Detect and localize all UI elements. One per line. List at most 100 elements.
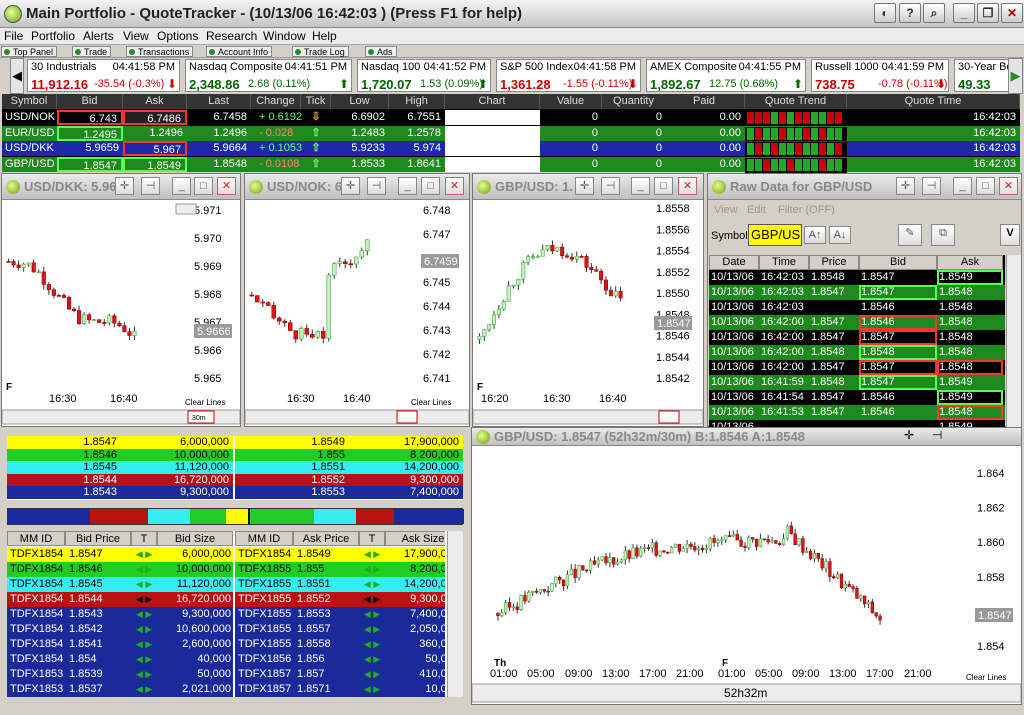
row-chart-cell[interactable] bbox=[445, 141, 540, 156]
copy-icon[interactable]: ⧉ bbox=[931, 224, 955, 246]
raw-header-bid[interactable]: Bid bbox=[859, 255, 937, 270]
restore-button[interactable]: ❐ bbox=[977, 3, 999, 23]
menu-portfolio[interactable]: Portfolio bbox=[31, 29, 75, 43]
mm-header[interactable]: Ask Price bbox=[293, 531, 359, 546]
transactions-button[interactable]: Transactions bbox=[126, 46, 194, 57]
raw-header-date[interactable]: Date bbox=[709, 255, 759, 270]
maximize-button[interactable]: □ bbox=[976, 177, 995, 195]
raw-menu-edit[interactable]: Edit bbox=[747, 204, 766, 216]
mm-row[interactable]: TDFX1853 1.8537 ◀ ▶ 2,021,000 bbox=[7, 682, 233, 697]
mm-row[interactable]: TDFX1854 1.8543 ◀ ▶ 9,300,000 bbox=[7, 607, 233, 622]
minimize-button[interactable]: _ bbox=[398, 177, 417, 195]
quote-symbol[interactable]: EUR/USD bbox=[2, 126, 57, 141]
ticker-1[interactable]: Nasdaq Composite 04:41:51 PM 2,348.86 2.68 … bbox=[185, 59, 352, 92]
maximize-button[interactable]: □ bbox=[194, 177, 213, 195]
mm-header[interactable]: MM ID bbox=[7, 531, 65, 546]
ticker-left-arrow[interactable]: ◀ bbox=[10, 58, 24, 94]
crosshair-icon[interactable]: ✛ bbox=[896, 177, 915, 195]
mm-row[interactable]: TDFX1855 1.8553 ◀ ▶ 7,400,000 bbox=[235, 607, 445, 622]
raw-header-price[interactable]: Price bbox=[809, 255, 859, 270]
quote-symbol[interactable]: USD/DKK bbox=[2, 141, 57, 156]
raw-data-scrollbar[interactable] bbox=[1006, 255, 1021, 427]
crosshair-icon[interactable]: ✛ bbox=[341, 177, 360, 195]
header-high[interactable]: High bbox=[389, 94, 445, 109]
mm-row[interactable]: TDFX1854 1.8549 ◀ ▶ 17,900,000 bbox=[235, 547, 445, 562]
raw-row[interactable]: 10/13/06 1.8549 bbox=[709, 420, 1005, 427]
header-quantity[interactable]: Quantity bbox=[602, 94, 666, 109]
pin-icon[interactable]: ⊣ bbox=[932, 428, 942, 442]
raw-row[interactable]: 10/13/06 16:41:54 1.8547 1.8546 1.8549 bbox=[709, 390, 1005, 405]
maximize-button[interactable]: □ bbox=[654, 177, 673, 195]
row-chart-cell[interactable] bbox=[445, 110, 540, 125]
mm-row[interactable]: TDFX1857 1.857 ◀ ▶ 410,000 bbox=[235, 667, 445, 682]
menu-view[interactable]: View bbox=[123, 29, 149, 43]
trade-button[interactable]: Trade bbox=[72, 46, 112, 57]
close-icon[interactable]: ✕ bbox=[999, 177, 1018, 195]
mm-header[interactable]: MM ID bbox=[235, 531, 293, 546]
quote-symbol[interactable]: GBP/USD bbox=[2, 157, 57, 172]
pin-icon[interactable]: ⊣ bbox=[601, 177, 620, 195]
mm-header[interactable]: T bbox=[359, 531, 385, 546]
header-last[interactable]: Last bbox=[187, 94, 251, 109]
sort-ascending-button[interactable]: A↑ bbox=[804, 226, 826, 244]
chart4-titlebar[interactable]: GBP/USD: 1.8547 (52h32m/30m) B:1.8546 A:… bbox=[472, 428, 1021, 446]
mm-row[interactable]: TDFX1855 1.8557 ◀ ▶ 2,050,000 bbox=[235, 622, 445, 637]
ticker-right-arrow[interactable]: ▶ bbox=[1008, 58, 1023, 94]
minimize-button[interactable]: _ bbox=[953, 177, 972, 195]
chart2-titlebar[interactable]: USD/NOK: 6. ✛ ⊣ _ □ ✕ bbox=[245, 174, 469, 200]
close-icon[interactable]: ✕ bbox=[445, 177, 464, 195]
mm-row[interactable]: TDFX1854 1.8545 ◀ ▶ 11,120,000 bbox=[7, 577, 233, 592]
maximize-button[interactable]: □ bbox=[421, 177, 440, 195]
header-chart[interactable]: Chart bbox=[445, 94, 540, 109]
raw-header-time[interactable]: Time bbox=[759, 255, 809, 270]
crosshair-icon[interactable]: ✛ bbox=[904, 428, 914, 442]
quote-row[interactable]: USD/NOK 6.743 6.7486 6.7458 + 0.6192 ⇩ 6.6902 6… bbox=[2, 110, 1020, 126]
close-button[interactable]: ✕ bbox=[1001, 3, 1023, 23]
pin-icon[interactable]: ⊣ bbox=[367, 177, 386, 195]
mm-header[interactable]: Bid Price bbox=[65, 531, 131, 546]
raw-menu-view[interactable]: View bbox=[714, 204, 738, 216]
quote-row[interactable]: USD/DKK 5.9659 5.967 5.9664 + 0.1053 ⇧ 5.9233 5… bbox=[2, 141, 1020, 157]
header-ask[interactable]: Ask bbox=[123, 94, 187, 109]
minimize-button[interactable]: _ bbox=[631, 177, 650, 195]
mm-row[interactable]: TDFX1856 1.856 ◀ ▶ 50,000 bbox=[235, 652, 445, 667]
mm-row[interactable]: TDFX1854 1.8544 ◀ ▶ 16,720,000 bbox=[7, 592, 233, 607]
raw-row[interactable]: 10/13/06 16:42:00 1.8547 1.8546 1.8548 bbox=[709, 315, 1005, 330]
menu-window[interactable]: Window bbox=[263, 29, 306, 43]
help-button[interactable]: ? bbox=[899, 3, 921, 23]
raw-row[interactable]: 10/13/06 16:42:00 1.8547 1.8547 1.8548 bbox=[709, 330, 1005, 345]
raw-row[interactable]: 10/13/06 16:42:00 1.8547 1.8547 1.8548 bbox=[709, 360, 1005, 375]
header-change[interactable]: Change bbox=[251, 94, 301, 109]
raw-header-ask[interactable]: Ask bbox=[937, 255, 1003, 270]
ticker-0[interactable]: 30 Industrials 04:41:58 PM 11,912.16 -35.54… bbox=[27, 59, 180, 92]
raw-row[interactable]: 10/13/06 16:41:59 1.8548 1.8547 1.8549 bbox=[709, 375, 1005, 390]
ticker-4[interactable]: AMEX Composite 04:41:55 PM 1,892.67 12.75 (… bbox=[646, 59, 806, 92]
header-quote-time[interactable]: Quote Time bbox=[847, 94, 1020, 109]
header-tick[interactable]: Tick bbox=[301, 94, 331, 109]
ticker-3[interactable]: S&P 500 Index 04:41:58 PM 1,361.28 -1.55 (-… bbox=[496, 59, 641, 92]
mm-row[interactable]: TDFX1854 1.8547 ◀ ▶ 6,000,000 bbox=[7, 547, 233, 562]
raw-row[interactable]: 10/13/06 16:42:03 1.8546 1.8548 bbox=[709, 300, 1005, 315]
pin-icon[interactable]: ⊣ bbox=[922, 177, 941, 195]
trade-log-button[interactable]: Trade Log bbox=[292, 46, 349, 57]
chart1-plot[interactable]: 5.9715.9705.9695.9685.9675.9665.96516:30… bbox=[2, 200, 240, 426]
mm-row[interactable]: TDFX1855 1.8558 ◀ ▶ 360,000 bbox=[235, 637, 445, 652]
symbol-input[interactable]: GBP/US bbox=[748, 224, 802, 246]
raw-row[interactable]: 10/13/06 16:42:03 1.8547 1.8547 1.8548 bbox=[709, 285, 1005, 300]
mm-header[interactable]: T bbox=[131, 531, 157, 546]
close-icon[interactable]: ✕ bbox=[678, 177, 697, 195]
crosshair-icon[interactable]: ✛ bbox=[575, 177, 594, 195]
header-low[interactable]: Low bbox=[331, 94, 389, 109]
mm-header[interactable]: Bid Size bbox=[157, 531, 233, 546]
chart3-plot[interactable]: 1.85581.85561.85541.85521.85501.85481.85… bbox=[473, 200, 703, 426]
mm-scrollbar[interactable] bbox=[447, 531, 463, 697]
header-paid[interactable]: Paid bbox=[664, 94, 745, 109]
header-quote-trend[interactable]: Quote Trend bbox=[745, 94, 847, 109]
mm-row[interactable]: TDFX1854 1.8541 ◀ ▶ 2,600,000 bbox=[7, 637, 233, 652]
mm-header[interactable]: Ask Size bbox=[385, 531, 445, 546]
v-button[interactable]: V bbox=[1000, 224, 1020, 246]
chart3-titlebar[interactable]: GBP/USD: 1. ✛ ⊣ _ □ ✕ bbox=[473, 174, 703, 200]
header-symbol[interactable]: Symbol bbox=[2, 94, 57, 109]
ticker-6[interactable]: 30-Year Bo 49.33 bbox=[954, 59, 1009, 92]
raw-row[interactable]: 10/13/06 16:42:00 1.8548 1.8548 1.8548 bbox=[709, 345, 1005, 360]
